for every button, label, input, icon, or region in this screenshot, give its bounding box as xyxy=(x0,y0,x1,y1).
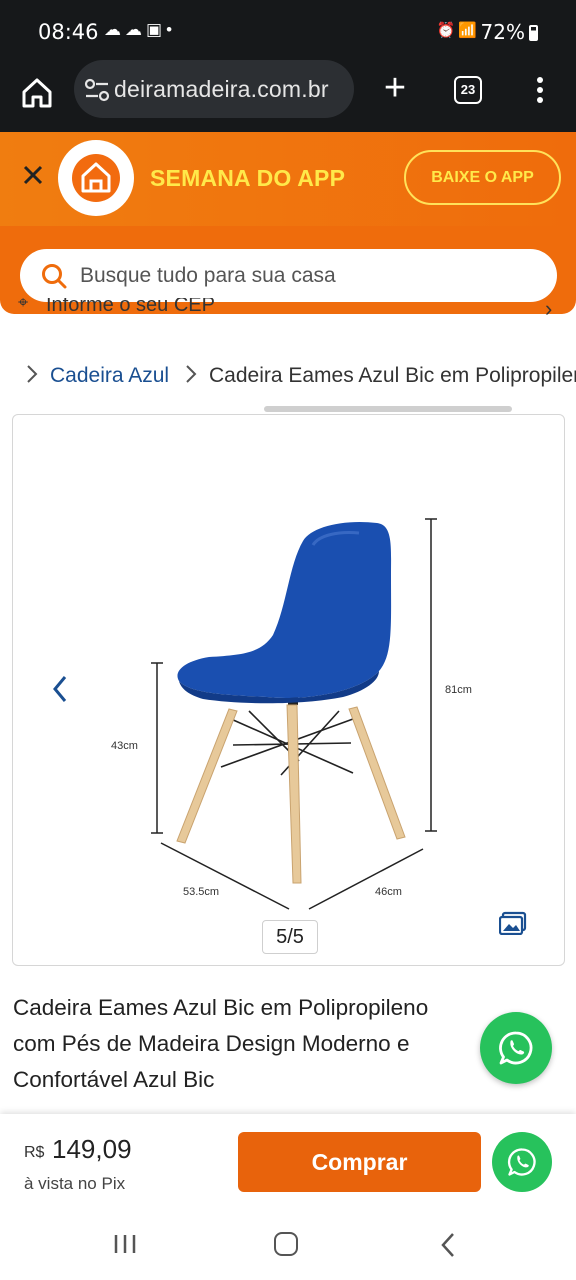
url-text: deiramadeira.com.br xyxy=(114,76,329,102)
browser-menu-icon[interactable] xyxy=(530,74,550,106)
close-icon[interactable] xyxy=(20,162,46,188)
search-input[interactable]: Busque tudo para sua casa xyxy=(20,249,557,302)
house-icon xyxy=(81,162,111,193)
dimension-label: 53.5cm xyxy=(183,886,219,898)
image-counter: 5/5 xyxy=(262,920,318,954)
location-pin-icon: ⌖ xyxy=(18,298,29,312)
gallery-icon[interactable] xyxy=(499,911,527,935)
site-settings-icon[interactable] xyxy=(84,78,110,102)
dimension-label: 43cm xyxy=(111,740,138,752)
breadcrumb-current: Cadeira Eames Azul Bic em Polipropileno … xyxy=(209,364,576,387)
wifi-icon: 📶 xyxy=(458,22,480,39)
status-time: 08:46 xyxy=(38,20,99,44)
breadcrumb-scrollbar[interactable] xyxy=(264,406,512,412)
app-logo xyxy=(58,140,134,216)
back-icon[interactable] xyxy=(440,1232,456,1258)
banner-title: SEMANA DO APP xyxy=(150,165,346,191)
purchase-bar: R$ 149,09 à vista no Pix Comprar xyxy=(0,1114,576,1210)
search-icon xyxy=(42,264,67,289)
tab-switcher-button[interactable]: 23 xyxy=(454,76,482,104)
system-nav-bar xyxy=(0,1210,576,1280)
product-title: Cadeira Eames Azul Bic em Polipropileno … xyxy=(13,995,429,1092)
whatsapp-icon xyxy=(507,1148,536,1176)
app-promo-banner: SEMANA DO APP BAIXE O APP xyxy=(0,132,576,226)
address-bar[interactable]: deiramadeira.com.br xyxy=(74,60,354,118)
price-value: 149,09 xyxy=(52,1134,132,1164)
cloud-icon: ☁ xyxy=(125,20,146,39)
alarm-icon: ⏰ xyxy=(436,22,459,39)
chevron-right-icon xyxy=(186,365,197,383)
breadcrumb-link[interactable]: Cadeira Azul xyxy=(50,364,169,388)
status-bar: 08:46 ☁☁▣• ⏰📶 72% xyxy=(0,0,576,60)
browser-toolbar: deiramadeira.com.br + 23 xyxy=(0,60,576,132)
price-note: à vista no Pix xyxy=(24,1174,126,1193)
previous-image-icon[interactable] xyxy=(49,673,71,705)
dimension-label: 46cm xyxy=(375,886,402,898)
cep-label: Informe o seu CEP xyxy=(46,298,215,316)
chair-shell xyxy=(177,521,392,698)
chevron-right-icon: › xyxy=(545,298,553,320)
system-icons: ⏰📶 xyxy=(437,21,480,39)
battery-status: 72% xyxy=(481,20,538,44)
dot-icon: • xyxy=(166,20,177,39)
home-icon[interactable] xyxy=(18,74,56,112)
battery-icon xyxy=(529,25,538,41)
whatsapp-button[interactable] xyxy=(492,1132,552,1192)
buy-button[interactable]: Comprar xyxy=(238,1132,481,1192)
search-placeholder: Busque tudo para sua casa xyxy=(80,264,336,287)
notification-icons: ☁☁▣• xyxy=(104,20,176,40)
download-app-button[interactable]: BAIXE O APP xyxy=(404,150,561,205)
cep-row[interactable]: ⌖ Informe o seu CEP › xyxy=(0,298,576,320)
whatsapp-float-button[interactable] xyxy=(480,1012,552,1084)
home-nav-icon[interactable] xyxy=(274,1232,298,1256)
image-icon: ▣ xyxy=(146,20,167,39)
dimension-label: 81cm xyxy=(445,684,472,696)
breadcrumb: Cadeira Azul Cadeira Eames Azul Bic em P… xyxy=(0,360,576,394)
product-image: 43cm 81cm 53.5cm 46cm xyxy=(111,518,472,910)
cloud-icon: ☁ xyxy=(104,20,125,39)
battery-percent: 72% xyxy=(480,20,525,44)
product-image-gallery[interactable]: 43cm 81cm 53.5cm 46cm 5/5 xyxy=(12,414,565,966)
recent-apps-icon[interactable] xyxy=(112,1232,138,1256)
new-tab-icon[interactable]: + xyxy=(376,69,414,108)
chevron-right-icon xyxy=(27,365,38,383)
whatsapp-icon xyxy=(499,1031,533,1065)
price-currency: R$ xyxy=(24,1144,45,1161)
